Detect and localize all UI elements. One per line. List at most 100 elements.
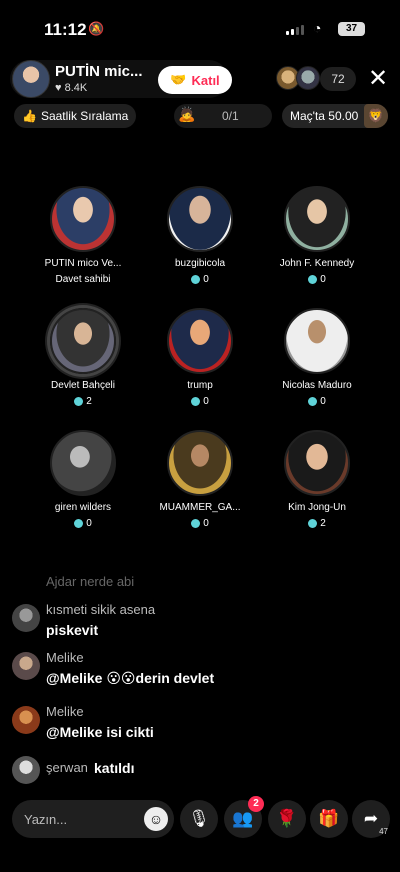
guest-seat-2[interactable]: buzgibicola 0 [145, 186, 255, 285]
goal-icon: 🙇 [178, 106, 196, 122]
guest-seat-9[interactable]: Kim Jong-Un 2 [262, 430, 372, 529]
guest-score-value: 2 [320, 518, 326, 529]
coin-icon [74, 519, 84, 528]
guests-button[interactable]: 👥 2 [224, 796, 264, 838]
gift-button[interactable]: 🎁 [310, 800, 348, 838]
host-name: PUTİN mic... [55, 63, 143, 80]
heart-icon: ♥ [55, 82, 62, 94]
guest-score-value: 0 [86, 518, 92, 529]
comment-box[interactable]: ☺ [12, 800, 174, 838]
guest-score: 0 [28, 518, 138, 529]
coin-icon [191, 397, 201, 406]
status-bar: 11:12 🔕 ◔ 37 [0, 0, 400, 58]
chat-username[interactable]: Melike [46, 704, 84, 719]
people-icon: 👥 [232, 809, 254, 828]
mute-mic-button[interactable]: 🎙 [180, 800, 218, 838]
share-button[interactable]: ➦ 47 [352, 800, 390, 838]
guest-name: Kim Jong-Un [288, 502, 346, 513]
guest-score: 0 [145, 396, 255, 407]
chat-text: @Melike 😮😮derin devlet [46, 670, 215, 686]
mic-off-icon: 🎙 [188, 809, 210, 828]
bottom-bar: ☺ 🎙 👥 2 🌹 🎁 ➦ 47 [0, 796, 400, 842]
coin-icon [308, 397, 318, 406]
thumb-icon: 👍 [22, 109, 37, 123]
match-gift-icon: 🦁 [364, 104, 388, 128]
guest-name: Nicolas Maduro [282, 380, 352, 391]
coin-icon [191, 275, 201, 284]
comment-input[interactable] [24, 800, 136, 838]
battery-indicator: 37 [338, 22, 365, 36]
guest-seat-4[interactable]: Devlet Bahçeli 2 [28, 308, 138, 407]
chat-avatar[interactable] [12, 756, 40, 784]
host-likes-count: 8.4K [64, 82, 88, 94]
live-header: PUTİN mic... ♥ 8.4K 🤝 Katıl 72 ✕ [0, 58, 400, 102]
guest-score: 0 [262, 274, 372, 285]
join-button-label: Katıl [191, 72, 220, 88]
chat-avatar[interactable] [12, 706, 40, 734]
guests-badge: 2 [248, 796, 264, 812]
host-likes: ♥ 8.4K [55, 82, 87, 94]
guest-name: trump [187, 380, 213, 391]
guest-score: 0 [262, 396, 372, 407]
guest-avatar[interactable] [284, 308, 350, 374]
share-count: 47 [379, 827, 388, 836]
chat-avatar[interactable] [12, 604, 40, 632]
guest-avatar[interactable] [167, 308, 233, 374]
guest-seat-6[interactable]: Nicolas Maduro 0 [262, 308, 372, 407]
goal-value: 0/1 [222, 109, 239, 123]
close-icon[interactable]: ✕ [368, 64, 388, 93]
cellular-signal-icon [286, 25, 304, 35]
guest-seat-7[interactable]: giren wilders 0 [28, 430, 138, 529]
coin-icon [308, 519, 318, 528]
guest-avatar[interactable] [284, 186, 350, 252]
guest-avatar[interactable] [284, 430, 350, 496]
chat-username[interactable]: Ajdar nerde abi [46, 574, 134, 589]
viewer-avatar[interactable] [296, 66, 320, 90]
wifi-icon: ◔ [313, 20, 322, 36]
chat-username[interactable]: Melike [46, 650, 84, 665]
guest-score-value: 0 [320, 396, 326, 407]
coin-icon [191, 519, 201, 528]
guest-score: 0 [145, 274, 255, 285]
share-icon: ➦ [363, 809, 379, 828]
guest-score-value: 0 [203, 274, 209, 285]
guest-avatar[interactable] [167, 186, 233, 252]
coin-icon [308, 275, 318, 284]
guest-score: 0 [145, 518, 255, 529]
guest-name: John F. Kennedy [279, 258, 355, 269]
guest-seat-3[interactable]: John F. Kennedy 0 [262, 186, 372, 285]
guest-avatar[interactable] [50, 308, 116, 374]
match-button[interactable]: Maç'ta 50.00 🦁 [282, 104, 388, 128]
guest-seat-1[interactable]: PUTİN mico Ve... Davet sahibi [28, 186, 138, 285]
guest-avatar[interactable] [50, 186, 116, 252]
host-label: Davet sahibi [55, 274, 111, 285]
guest-score-value: 0 [320, 274, 326, 285]
host-profile[interactable]: PUTİN mic... ♥ 8.4K 🤝 Katıl [10, 60, 232, 98]
match-label: Maç'ta 50.00 [290, 109, 359, 123]
guest-avatar[interactable] [167, 430, 233, 496]
gift-icon: 🎁 [318, 809, 340, 828]
rose-gift-button[interactable]: 🌹 [268, 800, 306, 838]
hourly-ranking-label: Saatlik Sıralama [40, 109, 129, 123]
handshake-icon: 🤝 [170, 72, 187, 87]
host-avatar[interactable] [12, 60, 50, 98]
guest-avatar[interactable] [50, 430, 116, 496]
guest-seat-5[interactable]: trump 0 [145, 308, 255, 407]
hourly-ranking-button[interactable]: 👍 Saatlik Sıralama [14, 104, 137, 128]
coin-icon [74, 397, 84, 406]
guest-name: giren wilders [54, 502, 112, 513]
goal-progress[interactable]: 🙇 0/1 [174, 104, 272, 128]
join-button[interactable]: 🤝 Katıl [158, 66, 232, 94]
chat-username[interactable]: kısmeti sikik asena [46, 602, 155, 617]
guest-name: buzgibicola [174, 258, 226, 269]
chat-username[interactable]: şerwan [46, 760, 88, 775]
guest-score-value: 0 [203, 518, 209, 529]
status-time: 11:12 [44, 20, 87, 39]
silent-bell-icon: 🔕 [88, 21, 105, 36]
chat-avatar[interactable] [12, 652, 40, 680]
guest-seat-8[interactable]: MUAMMER_GA... 0 [145, 430, 255, 529]
viewer-count[interactable]: 72 [320, 67, 356, 91]
emoji-icon[interactable]: ☺ [144, 807, 168, 831]
guest-score-value: 0 [203, 396, 209, 407]
guest-name: PUTİN mico Ve... [44, 258, 122, 269]
